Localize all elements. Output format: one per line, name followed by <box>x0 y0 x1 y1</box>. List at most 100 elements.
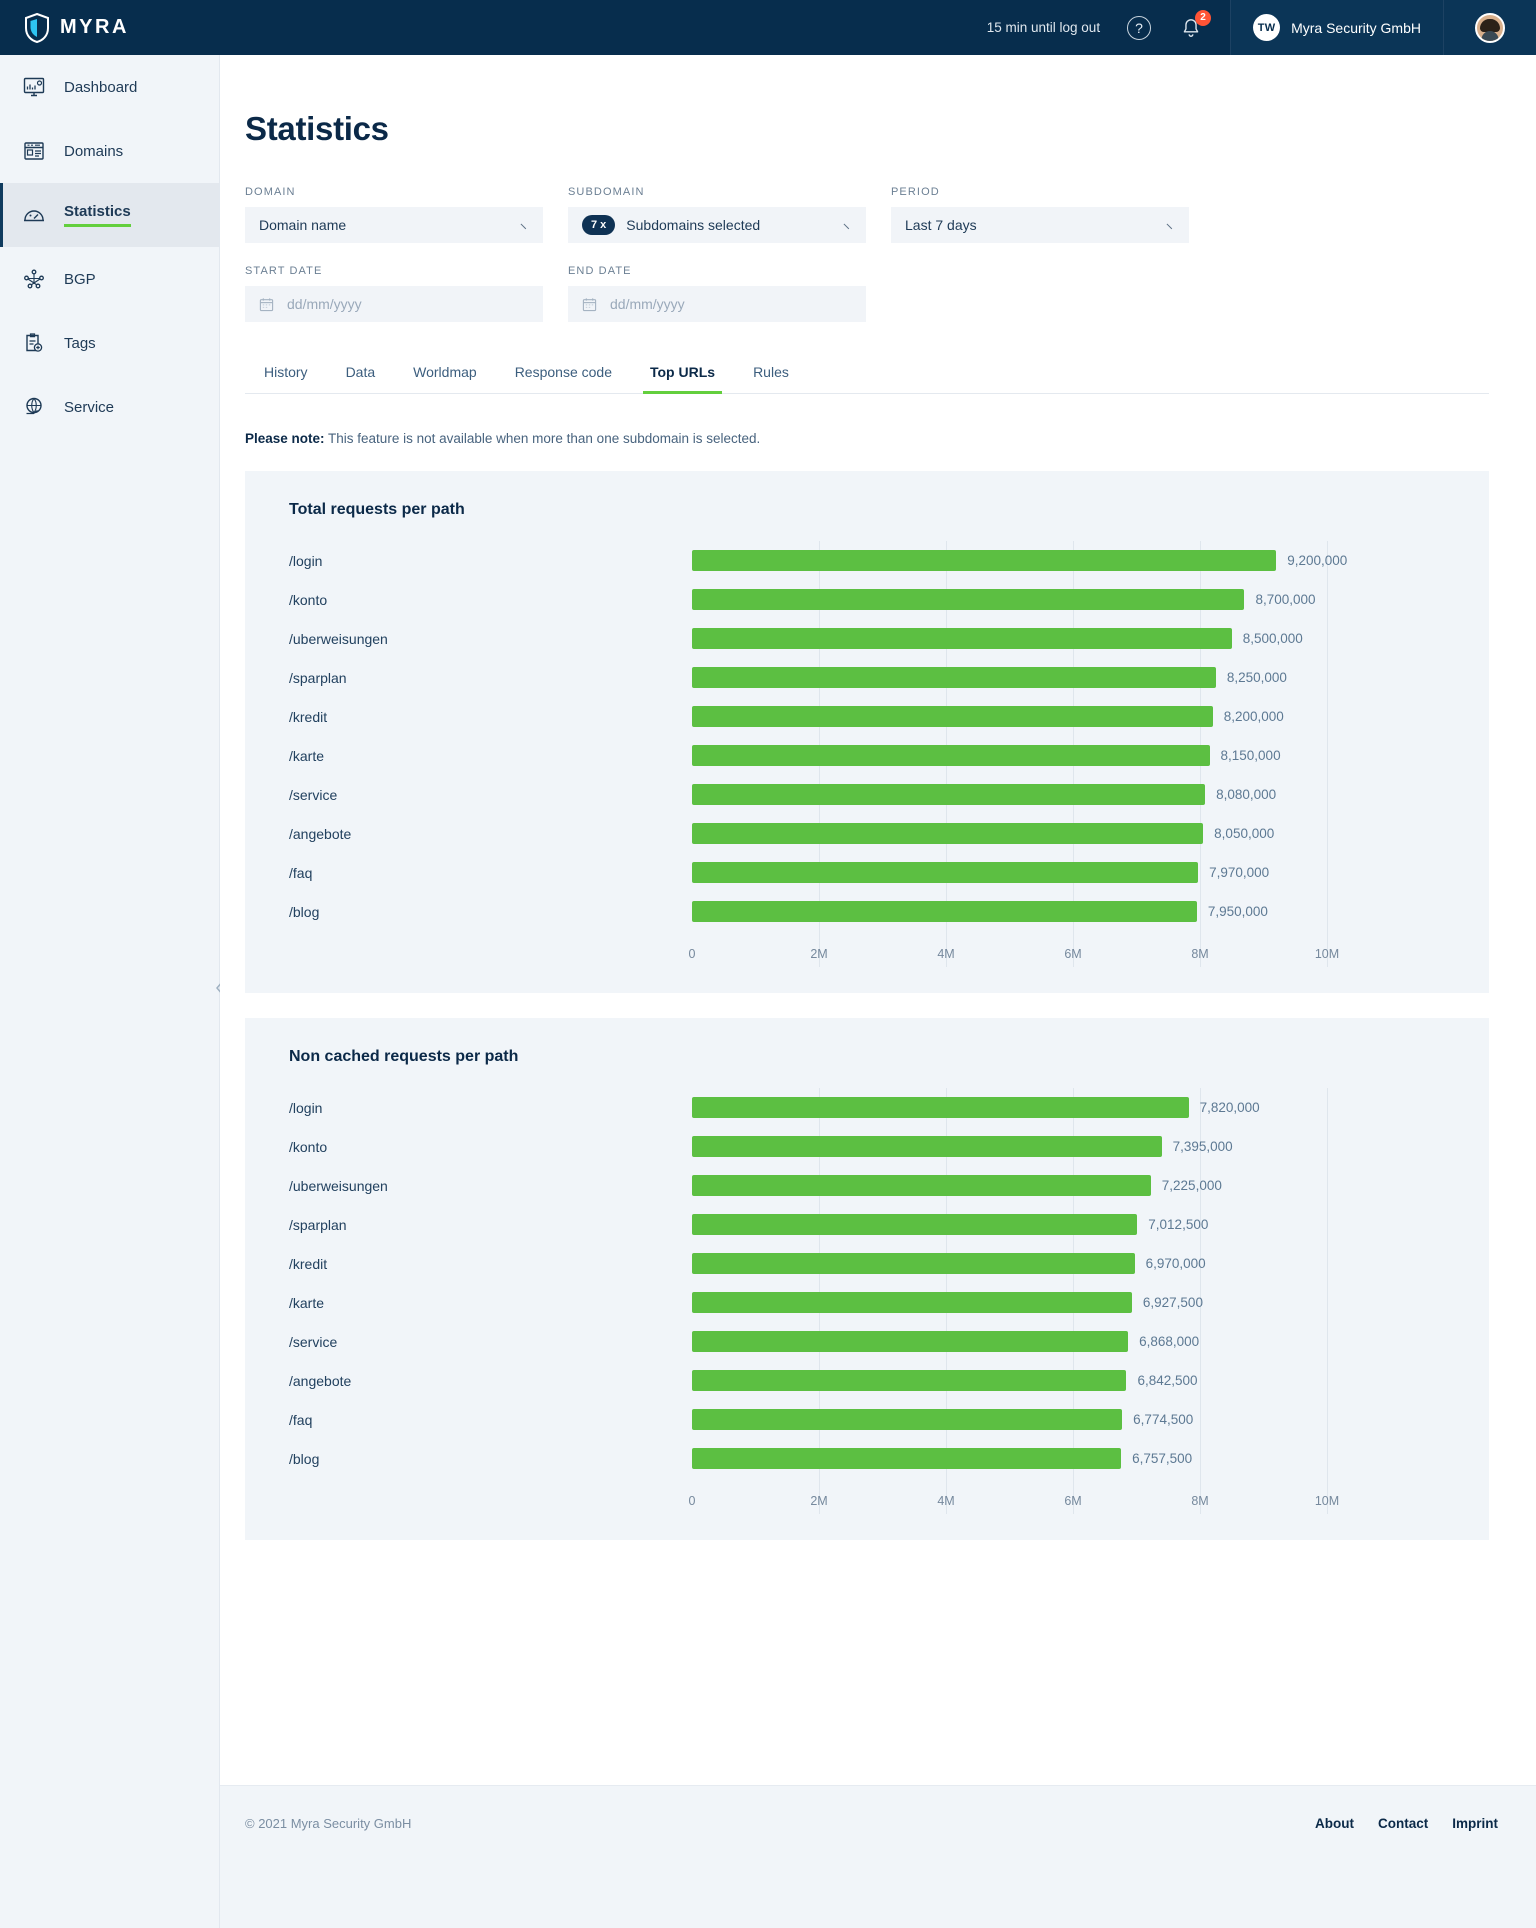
bar[interactable] <box>692 1331 1129 1352</box>
bar[interactable] <box>692 1370 1127 1391</box>
tab-label: Top URLs <box>649 364 716 380</box>
chart-bar-row: /sparplan 7,012,500 <box>267 1205 1467 1244</box>
bar[interactable] <box>692 667 1216 688</box>
bar[interactable] <box>692 1136 1162 1157</box>
bar[interactable] <box>692 1214 1138 1235</box>
bar-category-label: /service <box>289 1333 338 1350</box>
info-note: Please note: This feature is not availab… <box>245 431 1536 446</box>
bar-track: 6,868,000 <box>692 1322 1467 1361</box>
filters: DOMAIN Domain name SUBDOMAIN 7 x Subdoma… <box>245 186 1536 322</box>
calendar-icon <box>259 297 274 311</box>
tab-label: Response code <box>514 364 612 380</box>
chart-title: Non cached requests per path <box>289 1048 519 1065</box>
sidebar: Dashboard Domains Statistics BGP Tags Se… <box>0 55 224 1928</box>
bar[interactable] <box>692 1175 1151 1196</box>
bar-track: 9,200,000 <box>692 541 1467 580</box>
subdomain-select[interactable]: 7 x Subdomains selected <box>568 207 866 243</box>
footer-link-contact[interactable]: Contact <box>1378 1816 1428 1831</box>
bar-category-label: /karte <box>289 747 325 764</box>
period-filter: PERIOD Last 7 days <box>891 186 1189 243</box>
top-bar: MYRA 15 min until log out ? 2 TW Myra Se… <box>0 0 1536 55</box>
subdomain-select-value: Subdomains selected <box>626 217 761 233</box>
bar-value-label: 8,200,000 <box>1223 709 1284 724</box>
period-select[interactable]: Last 7 days <box>891 207 1189 243</box>
footer-link-about[interactable]: About <box>1315 1816 1354 1831</box>
avatar <box>1475 12 1505 43</box>
bar[interactable] <box>692 1097 1189 1118</box>
x-axis-tick-label: 0 <box>688 1494 696 1508</box>
bar-track: 7,970,000 <box>692 853 1467 892</box>
x-axis-tick-label: 10M <box>1314 1494 1340 1508</box>
bar[interactable] <box>692 1292 1132 1313</box>
end-date-input[interactable]: dd/mm/yyyy <box>568 286 866 322</box>
start-date-input[interactable]: dd/mm/yyyy <box>245 286 543 322</box>
tab-top-urls[interactable]: Top URLs <box>631 364 734 394</box>
sidebar-item-domains[interactable]: Domains <box>0 119 219 183</box>
domain-select-value: Domain name <box>259 217 347 233</box>
bar[interactable] <box>692 628 1232 649</box>
x-axis-tick-label: 0 <box>688 947 696 961</box>
bar[interactable] <box>692 1409 1123 1430</box>
chart-bar-row: /angebote 8,050,000 <box>267 814 1467 853</box>
organization-switcher[interactable]: TW Myra Security GmbH <box>1230 0 1444 55</box>
bar[interactable] <box>692 1448 1122 1469</box>
bar[interactable] <box>692 706 1213 727</box>
sidebar-item-service[interactable]: Service <box>0 375 219 439</box>
x-axis-tick-label: 6M <box>1064 1494 1082 1508</box>
charts-container: Total requests per path/login 9,200,000/k… <box>220 471 1536 1540</box>
bar-track: 7,225,000 <box>692 1166 1467 1205</box>
bar[interactable] <box>692 862 1199 883</box>
x-axis: 0 2M 4M 6M 8M 10M <box>267 937 1467 967</box>
help-icon: ? <box>1127 15 1152 40</box>
chart-bar-row: /kredit 6,970,000 <box>267 1244 1467 1283</box>
bar[interactable] <box>692 823 1204 844</box>
period-label: PERIOD <box>891 186 940 198</box>
chart-bar-row: /login 9,200,000 <box>267 541 1467 580</box>
sidebar-item-dashboard[interactable]: Dashboard <box>0 55 219 119</box>
sidebar-item-tags[interactable]: Tags <box>0 311 219 375</box>
sidebar-item-bgp[interactable]: BGP <box>0 247 219 311</box>
tab-label: Data <box>345 364 376 380</box>
bar[interactable] <box>692 784 1206 805</box>
bar[interactable] <box>692 589 1245 610</box>
sidebar-item-statistics[interactable]: Statistics <box>0 183 219 247</box>
tab-rules[interactable]: Rules <box>734 364 808 393</box>
bar-category-label: /kredit <box>289 1255 328 1272</box>
chart-bar-row: /login 7,820,000 <box>267 1088 1467 1127</box>
bar-category-label: /karte <box>289 1294 325 1311</box>
tab-history[interactable]: History <box>245 364 327 393</box>
bar[interactable] <box>692 745 1210 766</box>
tab-label: Worldmap <box>413 364 477 380</box>
tab-response-code[interactable]: Response code <box>496 364 631 393</box>
logout-timer: 15 min until log out <box>986 20 1101 35</box>
bar-track: 6,842,500 <box>692 1361 1467 1400</box>
bar-track: 6,927,500 <box>692 1283 1467 1322</box>
x-axis-tick-label: 4M <box>937 1494 955 1508</box>
chart-bar-row: /kredit 8,200,000 <box>267 697 1467 736</box>
tab-label: History <box>264 364 308 380</box>
chevron-down-icon <box>843 219 854 230</box>
chart-title: Total requests per path <box>289 501 465 518</box>
chevron-down-icon <box>520 219 531 230</box>
x-axis-tick-label: 2M <box>810 1494 828 1508</box>
x-axis-tick-label: 2M <box>810 947 828 961</box>
tab-worldmap[interactable]: Worldmap <box>394 364 496 393</box>
end-date-label: END DATE <box>568 265 632 277</box>
bgp-icon <box>24 269 44 289</box>
tab-data[interactable]: Data <box>327 364 395 393</box>
help-button[interactable]: ? <box>1126 15 1152 41</box>
footer-link-imprint[interactable]: Imprint <box>1452 1816 1498 1831</box>
domain-select[interactable]: Domain name <box>245 207 543 243</box>
bar-track: 8,200,000 <box>692 697 1467 736</box>
bar-category-label: /konto <box>289 1138 328 1155</box>
brand-logo-group[interactable]: MYRA <box>0 0 220 55</box>
service-icon <box>26 397 42 415</box>
bar[interactable] <box>692 901 1197 922</box>
bar-track: 8,700,000 <box>692 580 1467 619</box>
bar[interactable] <box>692 1253 1135 1274</box>
period-select-value: Last 7 days <box>905 217 977 233</box>
notifications-button[interactable]: 2 <box>1178 9 1212 41</box>
bar[interactable] <box>692 550 1277 571</box>
start-date-label: START DATE <box>245 265 323 277</box>
user-menu-button[interactable] <box>1444 0 1536 55</box>
